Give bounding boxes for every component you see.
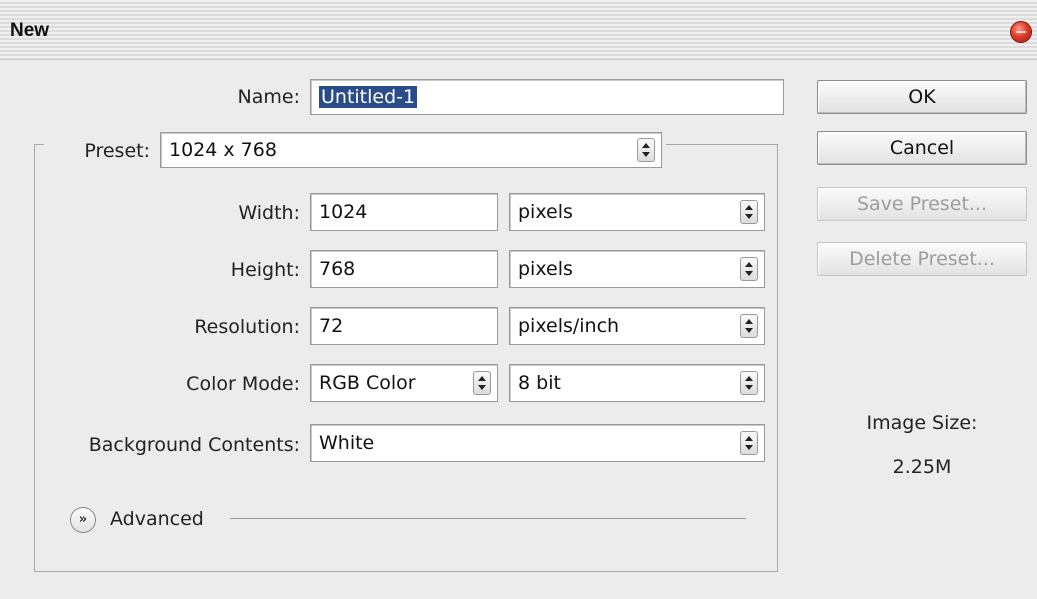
updown-arrows-icon bbox=[740, 200, 758, 224]
resolution-field[interactable]: 72 bbox=[310, 307, 498, 345]
resolution-unit-dropdown[interactable]: pixels/inch bbox=[509, 307, 765, 345]
height-unit-value: pixels bbox=[518, 258, 573, 280]
image-size-label: Image Size: bbox=[866, 412, 978, 434]
resolution-label: Resolution: bbox=[194, 316, 300, 338]
updown-arrows-icon bbox=[740, 314, 758, 338]
advanced-label[interactable]: Advanced bbox=[110, 508, 220, 530]
background-contents-value: White bbox=[319, 432, 375, 454]
image-size-value: 2.25M bbox=[892, 456, 952, 478]
ok-button[interactable]: OK bbox=[817, 80, 1027, 114]
updown-arrows-icon bbox=[637, 138, 655, 162]
height-label: Height: bbox=[230, 259, 300, 281]
color-mode-label: Color Mode: bbox=[186, 373, 300, 395]
background-contents-dropdown[interactable]: White bbox=[310, 424, 765, 462]
save-preset-button[interactable]: Save Preset... bbox=[817, 187, 1027, 221]
width-unit-value: pixels bbox=[518, 201, 573, 223]
width-label: Width: bbox=[238, 202, 300, 224]
title-bar: New bbox=[0, 0, 1037, 60]
width-value: 1024 bbox=[319, 201, 368, 223]
preset-label: Preset: bbox=[84, 140, 150, 162]
bit-depth-value: 8 bit bbox=[518, 372, 561, 394]
width-field[interactable]: 1024 bbox=[310, 193, 498, 231]
preset-value: 1024 x 768 bbox=[169, 139, 277, 161]
updown-arrows-icon bbox=[740, 371, 758, 395]
advanced-divider bbox=[230, 518, 746, 519]
updown-arrows-icon bbox=[740, 257, 758, 281]
resolution-unit-value: pixels/inch bbox=[518, 315, 620, 337]
height-field[interactable]: 768 bbox=[310, 250, 498, 288]
window-title: New bbox=[10, 20, 50, 41]
preset-dropdown[interactable]: 1024 x 768 bbox=[160, 132, 662, 168]
color-mode-value: RGB Color bbox=[319, 372, 416, 394]
height-value: 768 bbox=[319, 258, 356, 280]
chevron-double-down-icon[interactable]: » bbox=[70, 507, 96, 533]
background-contents-label: Background Contents: bbox=[88, 434, 300, 456]
close-icon[interactable] bbox=[1010, 21, 1032, 43]
name-value: Untitled-1 bbox=[319, 86, 418, 108]
resolution-value: 72 bbox=[319, 315, 344, 337]
name-field[interactable]: Untitled-1 bbox=[310, 79, 784, 115]
height-unit-dropdown[interactable]: pixels bbox=[509, 250, 765, 288]
color-mode-dropdown[interactable]: RGB Color bbox=[310, 364, 498, 402]
updown-arrows-icon bbox=[473, 371, 491, 395]
name-label: Name: bbox=[237, 86, 300, 108]
cancel-button[interactable]: Cancel bbox=[817, 131, 1027, 165]
delete-preset-button[interactable]: Delete Preset... bbox=[817, 242, 1027, 276]
width-unit-dropdown[interactable]: pixels bbox=[509, 193, 765, 231]
updown-arrows-icon bbox=[740, 431, 758, 455]
bit-depth-dropdown[interactable]: 8 bit bbox=[509, 364, 765, 402]
